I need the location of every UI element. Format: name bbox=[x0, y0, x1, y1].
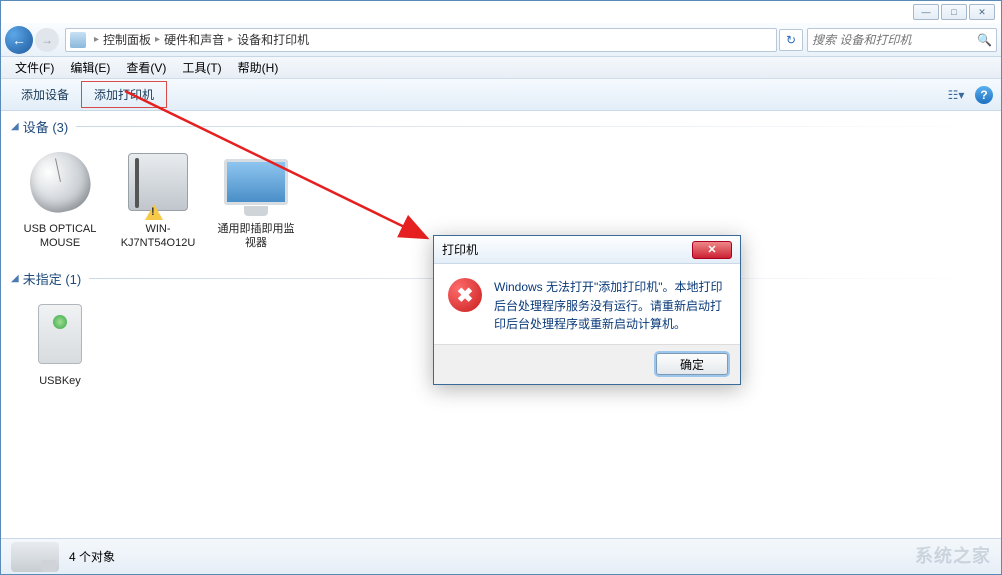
chevron-right-icon: ▸ bbox=[228, 34, 233, 45]
window-controls: — □ ✕ bbox=[913, 4, 995, 20]
collapse-icon: ◢ bbox=[11, 121, 19, 132]
device-label: USBKey bbox=[17, 374, 103, 388]
collapse-icon: ◢ bbox=[11, 273, 19, 284]
dialog-message: Windows 无法打开"添加打印机"。本地打印后台处理程序服务没有运行。请重新… bbox=[494, 278, 726, 334]
close-window-button[interactable]: ✕ bbox=[969, 4, 995, 20]
help-icon[interactable]: ? bbox=[975, 86, 993, 104]
menu-bar: 文件(F) 编辑(E) 查看(V) 工具(T) 帮助(H) bbox=[1, 57, 1001, 79]
device-usbkey[interactable]: USBKey bbox=[17, 298, 103, 388]
dialog-footer: 确定 bbox=[434, 344, 740, 384]
status-count: 4 个对象 bbox=[69, 548, 115, 565]
device-label: 通用即插即用监视器 bbox=[213, 222, 299, 251]
device-label: USB OPTICAL MOUSE bbox=[17, 222, 103, 251]
breadcrumb-dropdown-icon[interactable]: ▸ bbox=[94, 34, 99, 45]
chevron-right-icon: ▸ bbox=[155, 34, 160, 45]
menu-tools[interactable]: 工具(T) bbox=[174, 57, 229, 78]
breadcrumb-item[interactable]: 设备和打印机 bbox=[237, 31, 309, 48]
menu-edit[interactable]: 编辑(E) bbox=[62, 57, 118, 78]
breadcrumb-item[interactable]: 控制面板 bbox=[103, 31, 151, 48]
mouse-icon bbox=[21, 146, 99, 218]
dialog-title: 打印机 bbox=[442, 241, 478, 258]
monitor-icon bbox=[217, 146, 295, 218]
add-printer-button[interactable]: 添加打印机 bbox=[81, 81, 167, 108]
warning-overlay-icon bbox=[145, 204, 163, 220]
group-devices-label: 设备 (3) bbox=[23, 117, 69, 136]
view-options-icon[interactable]: ☷▾ bbox=[947, 86, 965, 104]
status-bar: 4 个对象 bbox=[1, 538, 1001, 574]
toolbar: 添加设备 添加打印机 ☷▾ ? bbox=[1, 79, 1001, 111]
devices-summary-icon bbox=[11, 542, 59, 572]
search-icon[interactable]: 🔍 bbox=[977, 33, 992, 47]
device-label: WIN-KJ7NT54O12U bbox=[115, 222, 201, 251]
device-mouse[interactable]: USB OPTICAL MOUSE bbox=[17, 146, 103, 251]
menu-view[interactable]: 查看(V) bbox=[118, 57, 174, 78]
computer-icon bbox=[119, 146, 197, 218]
device-computer[interactable]: WIN-KJ7NT54O12U bbox=[115, 146, 201, 251]
search-input[interactable] bbox=[812, 33, 977, 47]
menu-file[interactable]: 文件(F) bbox=[7, 57, 62, 78]
menu-help[interactable]: 帮助(H) bbox=[230, 57, 287, 78]
minimize-button[interactable]: — bbox=[913, 4, 939, 20]
divider bbox=[76, 126, 991, 127]
location-icon bbox=[70, 32, 86, 48]
printer-error-dialog: 打印机 ✕ ✖ Windows 无法打开"添加打印机"。本地打印后台处理程序服务… bbox=[433, 235, 741, 385]
add-device-button[interactable]: 添加设备 bbox=[9, 82, 81, 107]
dialog-body: ✖ Windows 无法打开"添加打印机"。本地打印后台处理程序服务没有运行。请… bbox=[434, 264, 740, 344]
group-unspecified-label: 未指定 (1) bbox=[23, 269, 82, 288]
usbkey-icon bbox=[21, 298, 99, 370]
device-monitor[interactable]: 通用即插即用监视器 bbox=[213, 146, 299, 251]
watermark: 系统之家 bbox=[915, 542, 991, 568]
error-icon: ✖ bbox=[448, 278, 482, 312]
navigation-bar: ← → ▸ 控制面板 ▸ 硬件和声音 ▸ 设备和打印机 ↻ 🔍 bbox=[1, 23, 1001, 57]
breadcrumb[interactable]: ▸ 控制面板 ▸ 硬件和声音 ▸ 设备和打印机 bbox=[65, 28, 777, 52]
forward-button[interactable]: → bbox=[35, 28, 59, 52]
refresh-button[interactable]: ↻ bbox=[779, 29, 803, 51]
dialog-title-bar[interactable]: 打印机 ✕ bbox=[434, 236, 740, 264]
explorer-window: — □ ✕ ← → ▸ 控制面板 ▸ 硬件和声音 ▸ 设备和打印机 ↻ 🔍 文件… bbox=[0, 0, 1002, 575]
search-box[interactable]: 🔍 bbox=[807, 28, 997, 52]
ok-button[interactable]: 确定 bbox=[656, 353, 728, 375]
group-devices-header[interactable]: ◢ 设备 (3) bbox=[1, 111, 1001, 142]
breadcrumb-item[interactable]: 硬件和声音 bbox=[164, 31, 224, 48]
maximize-button[interactable]: □ bbox=[941, 4, 967, 20]
back-button[interactable]: ← bbox=[5, 26, 33, 54]
dialog-close-button[interactable]: ✕ bbox=[692, 241, 732, 259]
